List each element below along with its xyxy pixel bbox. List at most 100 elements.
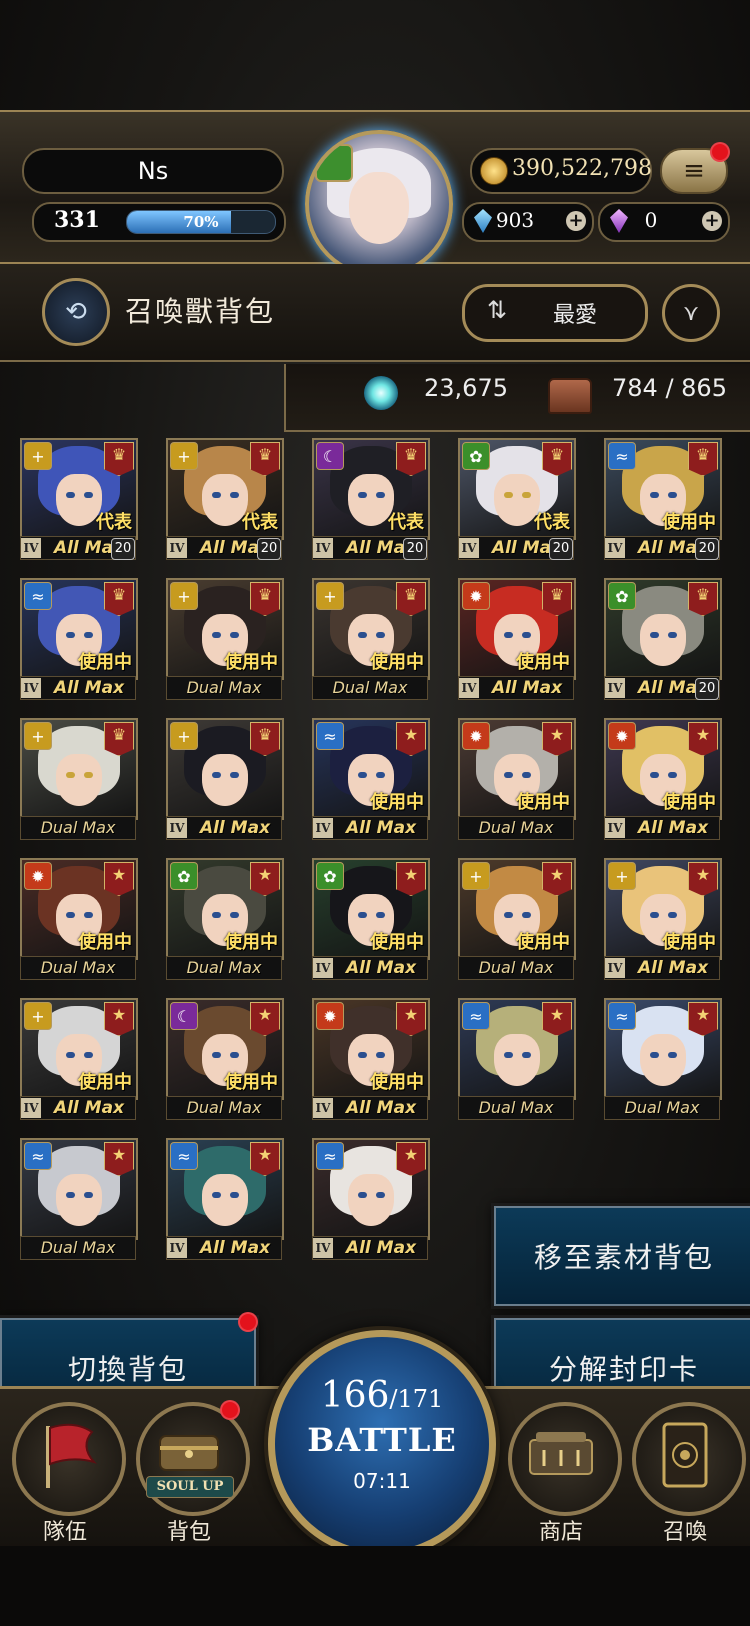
card-footer: IV All Max	[20, 676, 136, 700]
card-rank: IV	[605, 818, 625, 838]
page-title: 召喚獸背包	[125, 295, 276, 328]
card-footer: IV All Max	[312, 956, 428, 980]
card-character-eye	[650, 632, 659, 638]
card-max-label: Dual Max	[478, 1098, 554, 1117]
summon-card[interactable]: + ♛ IV All Max	[166, 718, 284, 840]
crown-rarity-icon: ♛	[250, 722, 280, 756]
card-max-label: All Max	[53, 1098, 125, 1118]
summon-card[interactable]: ≈ ★ Dual Max	[458, 998, 576, 1120]
summon-card[interactable]: ✹ ★ 使用中 Dual Max	[458, 718, 576, 840]
sort-button[interactable]: ⇅ 最愛	[462, 284, 648, 342]
card-character-eye	[668, 912, 677, 918]
battle-label: BATTLE	[307, 1421, 457, 1459]
summon-card[interactable]: + ♛ 使用中 Dual Max	[312, 578, 430, 700]
player-avatar[interactable]	[305, 130, 453, 278]
card-portrait: + ♛ 代表	[20, 438, 138, 540]
card-max-label: Dual Max	[186, 958, 262, 977]
nav-shop-label: 商店	[538, 1520, 583, 1545]
card-character-eye	[84, 1192, 93, 1198]
summon-card[interactable]: ≈ ★ IV All Max	[312, 1138, 430, 1260]
summon-card[interactable]: ✿ ♛ IV All Max 20	[604, 578, 722, 700]
card-character-eye	[230, 1052, 239, 1058]
summon-card[interactable]: ✿ ★ 使用中 Dual Max	[166, 858, 284, 980]
soul-orb-icon	[364, 376, 398, 410]
card-character-eye	[212, 1052, 221, 1058]
card-portrait: + ♛ 使用中	[312, 578, 430, 680]
summon-card[interactable]: ☾ ♛ 代表 IV All Max 20	[312, 438, 430, 560]
card-portrait: ✹ ★ 使用中	[20, 858, 138, 960]
dark-element-icon: ☾	[316, 442, 344, 470]
wood-element-icon: ✿	[608, 582, 636, 610]
add-blue-crystal-button[interactable]: +	[566, 211, 586, 231]
summon-card[interactable]: + ★ 使用中 IV All Max	[604, 858, 722, 980]
card-max-label: Dual Max	[186, 1098, 262, 1117]
star-rarity-icon: ★	[250, 1142, 280, 1176]
card-character-eye	[66, 912, 75, 918]
summon-card[interactable]: ≈ ★ Dual Max	[20, 1138, 138, 1260]
light-element-icon: +	[170, 722, 198, 750]
summon-card[interactable]: ✿ ★ 使用中 IV All Max	[312, 858, 430, 980]
card-footer: Dual Max	[458, 1096, 574, 1120]
summon-card[interactable]: ✹ ★ 使用中 IV All Max	[604, 718, 722, 840]
card-status: 使用中	[516, 652, 570, 673]
team-flag-icon	[46, 1423, 97, 1488]
battle-button[interactable]: 166/171 BATTLE 07:11	[268, 1330, 496, 1558]
star-rarity-icon: ★	[542, 1002, 572, 1036]
card-character-eye	[376, 912, 385, 918]
summon-card[interactable]: + ♛ 代表 IV All Max 20	[166, 438, 284, 560]
card-status: 代表	[534, 512, 570, 533]
summon-card[interactable]: ☾ ★ 使用中 Dual Max	[166, 998, 284, 1120]
player-name-text: Ns	[137, 157, 169, 185]
crown-rarity-icon: ♛	[542, 442, 572, 476]
summon-card[interactable]: ≈ ★ Dual Max	[604, 998, 722, 1120]
summon-card[interactable]: ✹ ★ 使用中 Dual Max	[20, 858, 138, 980]
card-max-label: Dual Max	[40, 818, 116, 837]
summon-card[interactable]: + ♛ Dual Max	[20, 718, 138, 840]
summon-card[interactable]: ✿ ♛ 代表 IV All Max 20	[458, 438, 576, 560]
card-max-label: Dual Max	[186, 678, 262, 697]
summon-card[interactable]: + ★ 使用中 IV All Max	[20, 998, 138, 1120]
summon-card[interactable]: ≈ ★ IV All Max	[166, 1138, 284, 1260]
card-status: 使用中	[224, 932, 278, 953]
add-purple-crystal-button[interactable]: +	[702, 211, 722, 231]
card-portrait: + ♛ 使用中	[166, 578, 284, 680]
crown-rarity-icon: ♛	[396, 582, 426, 616]
star-rarity-icon: ★	[104, 1002, 134, 1036]
filter-button[interactable]: ⋎	[662, 284, 720, 342]
card-character-eye	[66, 1052, 75, 1058]
card-portrait: ≈ ★	[166, 1138, 284, 1240]
card-status: 使用中	[370, 792, 424, 813]
avatar-face	[349, 172, 409, 244]
summon-card[interactable]: ≈ ★ 使用中 IV All Max	[312, 718, 430, 840]
card-status: 使用中	[224, 1072, 278, 1093]
card-footer: Dual Max	[166, 676, 282, 700]
summon-card[interactable]: + ♛ 代表 IV All Max 20	[20, 438, 138, 560]
summon-card[interactable]: ✹ ♛ 使用中 IV All Max	[458, 578, 576, 700]
card-character-face	[56, 754, 102, 806]
card-portrait: ≈ ★	[604, 998, 722, 1100]
card-character-eye	[358, 492, 367, 498]
move-to-material-button[interactable]: 移至素材背包	[494, 1206, 750, 1306]
crown-rarity-icon: ♛	[104, 582, 134, 616]
nav-summon-button[interactable]	[632, 1402, 746, 1516]
summon-card[interactable]: ✹ ★ 使用中 IV All Max	[312, 998, 430, 1120]
nav-team-button[interactable]	[12, 1402, 126, 1516]
exp-bar: 70%	[126, 210, 276, 234]
move-to-material-label: 移至素材背包	[533, 1241, 714, 1274]
purple-crystal-counter: 0 +	[598, 202, 730, 242]
card-portrait: + ★ 使用中	[458, 858, 576, 960]
card-footer: IV All Max	[312, 1096, 428, 1120]
card-status: 代表	[96, 512, 132, 533]
summon-card[interactable]: + ★ 使用中 Dual Max	[458, 858, 576, 980]
summon-card[interactable]: + ♛ 使用中 Dual Max	[166, 578, 284, 700]
bag-capacity: 784 / 865	[612, 374, 727, 402]
card-portrait: ☾ ★ 使用中	[166, 998, 284, 1100]
card-max-label: Dual Max	[40, 1238, 116, 1257]
summon-card[interactable]: ≈ ♛ 使用中 IV All Max 20	[604, 438, 722, 560]
crown-rarity-icon: ♛	[688, 582, 718, 616]
summon-card[interactable]: ≈ ♛ 使用中 IV All Max	[20, 578, 138, 700]
card-character-eye	[376, 1192, 385, 1198]
card-max-label: Dual Max	[40, 958, 116, 977]
back-button[interactable]: ⟲	[42, 278, 110, 346]
nav-shop-button[interactable]	[508, 1402, 622, 1516]
